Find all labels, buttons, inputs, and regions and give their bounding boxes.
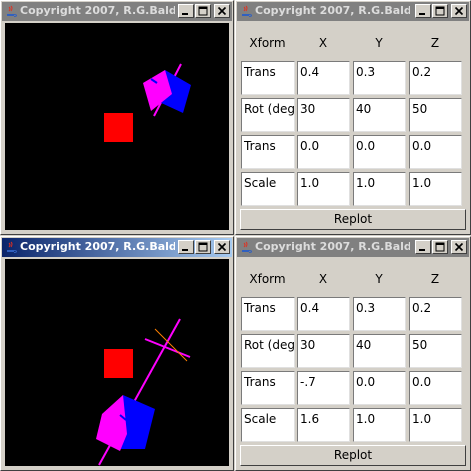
trans-y-field[interactable]: 0.3 xyxy=(353,297,406,331)
maximize-button[interactable] xyxy=(195,240,211,254)
window-title: Copyright 2007, R.G.Baldwin xyxy=(255,240,410,253)
window-buttons xyxy=(415,240,467,255)
rot-y-field[interactable]: 40 xyxy=(353,334,406,368)
minimize-icon xyxy=(419,249,425,251)
column-header-z: Z xyxy=(430,36,440,50)
window-title: Copyright 2007, R.G.Baldwin xyxy=(20,240,175,253)
title-bar[interactable]: Copyright 2007, R.G.Baldwin xyxy=(237,2,469,21)
rot-z-field[interactable]: 50 xyxy=(409,334,462,368)
trans-x-field[interactable]: 0.4 xyxy=(297,61,350,95)
rot-x-field[interactable]: 30 xyxy=(297,334,350,368)
minimize-button[interactable] xyxy=(415,4,431,18)
maximize-button[interactable] xyxy=(432,240,448,254)
trans2-y-field[interactable]: 0.0 xyxy=(353,135,406,169)
scale-x-field[interactable]: 1.0 xyxy=(297,172,350,206)
close-icon xyxy=(217,242,227,252)
bottom-control-window: Copyright 2007, R.G.Baldwin Xform X Y Z … xyxy=(235,236,471,471)
maximize-icon xyxy=(198,242,208,252)
row-label-scale[interactable]: Scale xyxy=(241,172,295,206)
top-control-window: Copyright 2007, R.G.Baldwin Xform X Y Z … xyxy=(235,0,471,235)
trans-x-field[interactable]: 0.4 xyxy=(297,297,350,331)
scale-z-field[interactable]: 1.0 xyxy=(409,172,462,206)
trans2-x-field[interactable]: -.7 xyxy=(297,371,350,405)
close-icon xyxy=(217,6,227,16)
rot-x-field[interactable]: 30 xyxy=(297,98,350,132)
rot-z-field[interactable]: 50 xyxy=(409,98,462,132)
render-canvas[interactable] xyxy=(5,259,229,466)
row-label-trans[interactable]: Trans xyxy=(241,61,295,95)
title-bar[interactable]: Copyright 2007, R.G.Baldwin xyxy=(2,238,232,257)
scale-y-field[interactable]: 1.0 xyxy=(353,408,406,442)
window-buttons xyxy=(178,4,230,19)
title-bar[interactable]: Copyright 2007, R.G.Baldwin xyxy=(2,2,232,21)
red-square xyxy=(104,113,133,142)
row-label-trans-2[interactable]: Trans xyxy=(241,371,295,405)
render-canvas[interactable] xyxy=(5,23,229,230)
window-title: Copyright 2007, R.G.Baldwin xyxy=(20,4,175,17)
scale-z-field[interactable]: 1.0 xyxy=(409,408,462,442)
java-app-icon[interactable] xyxy=(240,241,252,254)
scale-x-field[interactable]: 1.6 xyxy=(297,408,350,442)
maximize-icon xyxy=(198,6,208,16)
cube-front-face xyxy=(96,395,127,451)
row-label-trans-2[interactable]: Trans xyxy=(241,135,295,169)
close-icon xyxy=(454,242,464,252)
column-header-xform: Xform xyxy=(249,36,286,50)
trans2-y-field[interactable]: 0.0 xyxy=(353,371,406,405)
minimize-icon xyxy=(182,13,188,15)
trans-z-field[interactable]: 0.2 xyxy=(409,61,462,95)
row-label-scale[interactable]: Scale xyxy=(241,408,295,442)
maximize-icon xyxy=(435,6,445,16)
maximize-icon xyxy=(435,242,445,252)
column-header-x: X xyxy=(318,36,328,50)
minimize-button[interactable] xyxy=(178,240,194,254)
trans2-z-field[interactable]: 0.0 xyxy=(409,135,462,169)
window-buttons xyxy=(415,4,467,19)
top-graphics-window: Copyright 2007, R.G.Baldwin xyxy=(0,0,234,235)
minimize-icon xyxy=(182,249,188,251)
column-header-xform: Xform xyxy=(249,272,286,286)
column-header-z: Z xyxy=(430,272,440,286)
maximize-button[interactable] xyxy=(195,4,211,18)
column-header-y: Y xyxy=(375,36,383,50)
row-label-trans[interactable]: Trans xyxy=(241,297,295,331)
scale-y-field[interactable]: 1.0 xyxy=(353,172,406,206)
window-title: Copyright 2007, R.G.Baldwin xyxy=(255,4,410,17)
red-square xyxy=(104,349,133,378)
minimize-icon xyxy=(419,13,425,15)
row-label-rot[interactable]: Rot (deg) xyxy=(241,334,295,368)
replot-button[interactable]: Replot xyxy=(240,209,466,230)
bottom-graphics-window: Copyright 2007, R.G.Baldwin xyxy=(0,236,234,471)
maximize-button[interactable] xyxy=(432,4,448,18)
minimize-button[interactable] xyxy=(415,240,431,254)
close-button[interactable] xyxy=(214,4,230,18)
java-app-icon[interactable] xyxy=(240,5,252,18)
minimize-button[interactable] xyxy=(178,4,194,18)
close-button[interactable] xyxy=(451,4,467,18)
java-app-icon[interactable] xyxy=(5,241,17,254)
trans-y-field[interactable]: 0.3 xyxy=(353,61,406,95)
java-app-icon[interactable] xyxy=(5,5,17,18)
close-icon xyxy=(454,6,464,16)
trans-z-field[interactable]: 0.2 xyxy=(409,297,462,331)
close-button[interactable] xyxy=(214,240,230,254)
trans2-z-field[interactable]: 0.0 xyxy=(409,371,462,405)
close-button[interactable] xyxy=(451,240,467,254)
rot-y-field[interactable]: 40 xyxy=(353,98,406,132)
replot-button[interactable]: Replot xyxy=(240,445,466,466)
title-bar[interactable]: Copyright 2007, R.G.Baldwin xyxy=(237,238,469,257)
trans2-x-field[interactable]: 0.0 xyxy=(297,135,350,169)
column-header-x: X xyxy=(318,272,328,286)
window-buttons xyxy=(178,240,230,255)
column-header-y: Y xyxy=(375,272,383,286)
row-label-rot[interactable]: Rot (deg) xyxy=(241,98,295,132)
